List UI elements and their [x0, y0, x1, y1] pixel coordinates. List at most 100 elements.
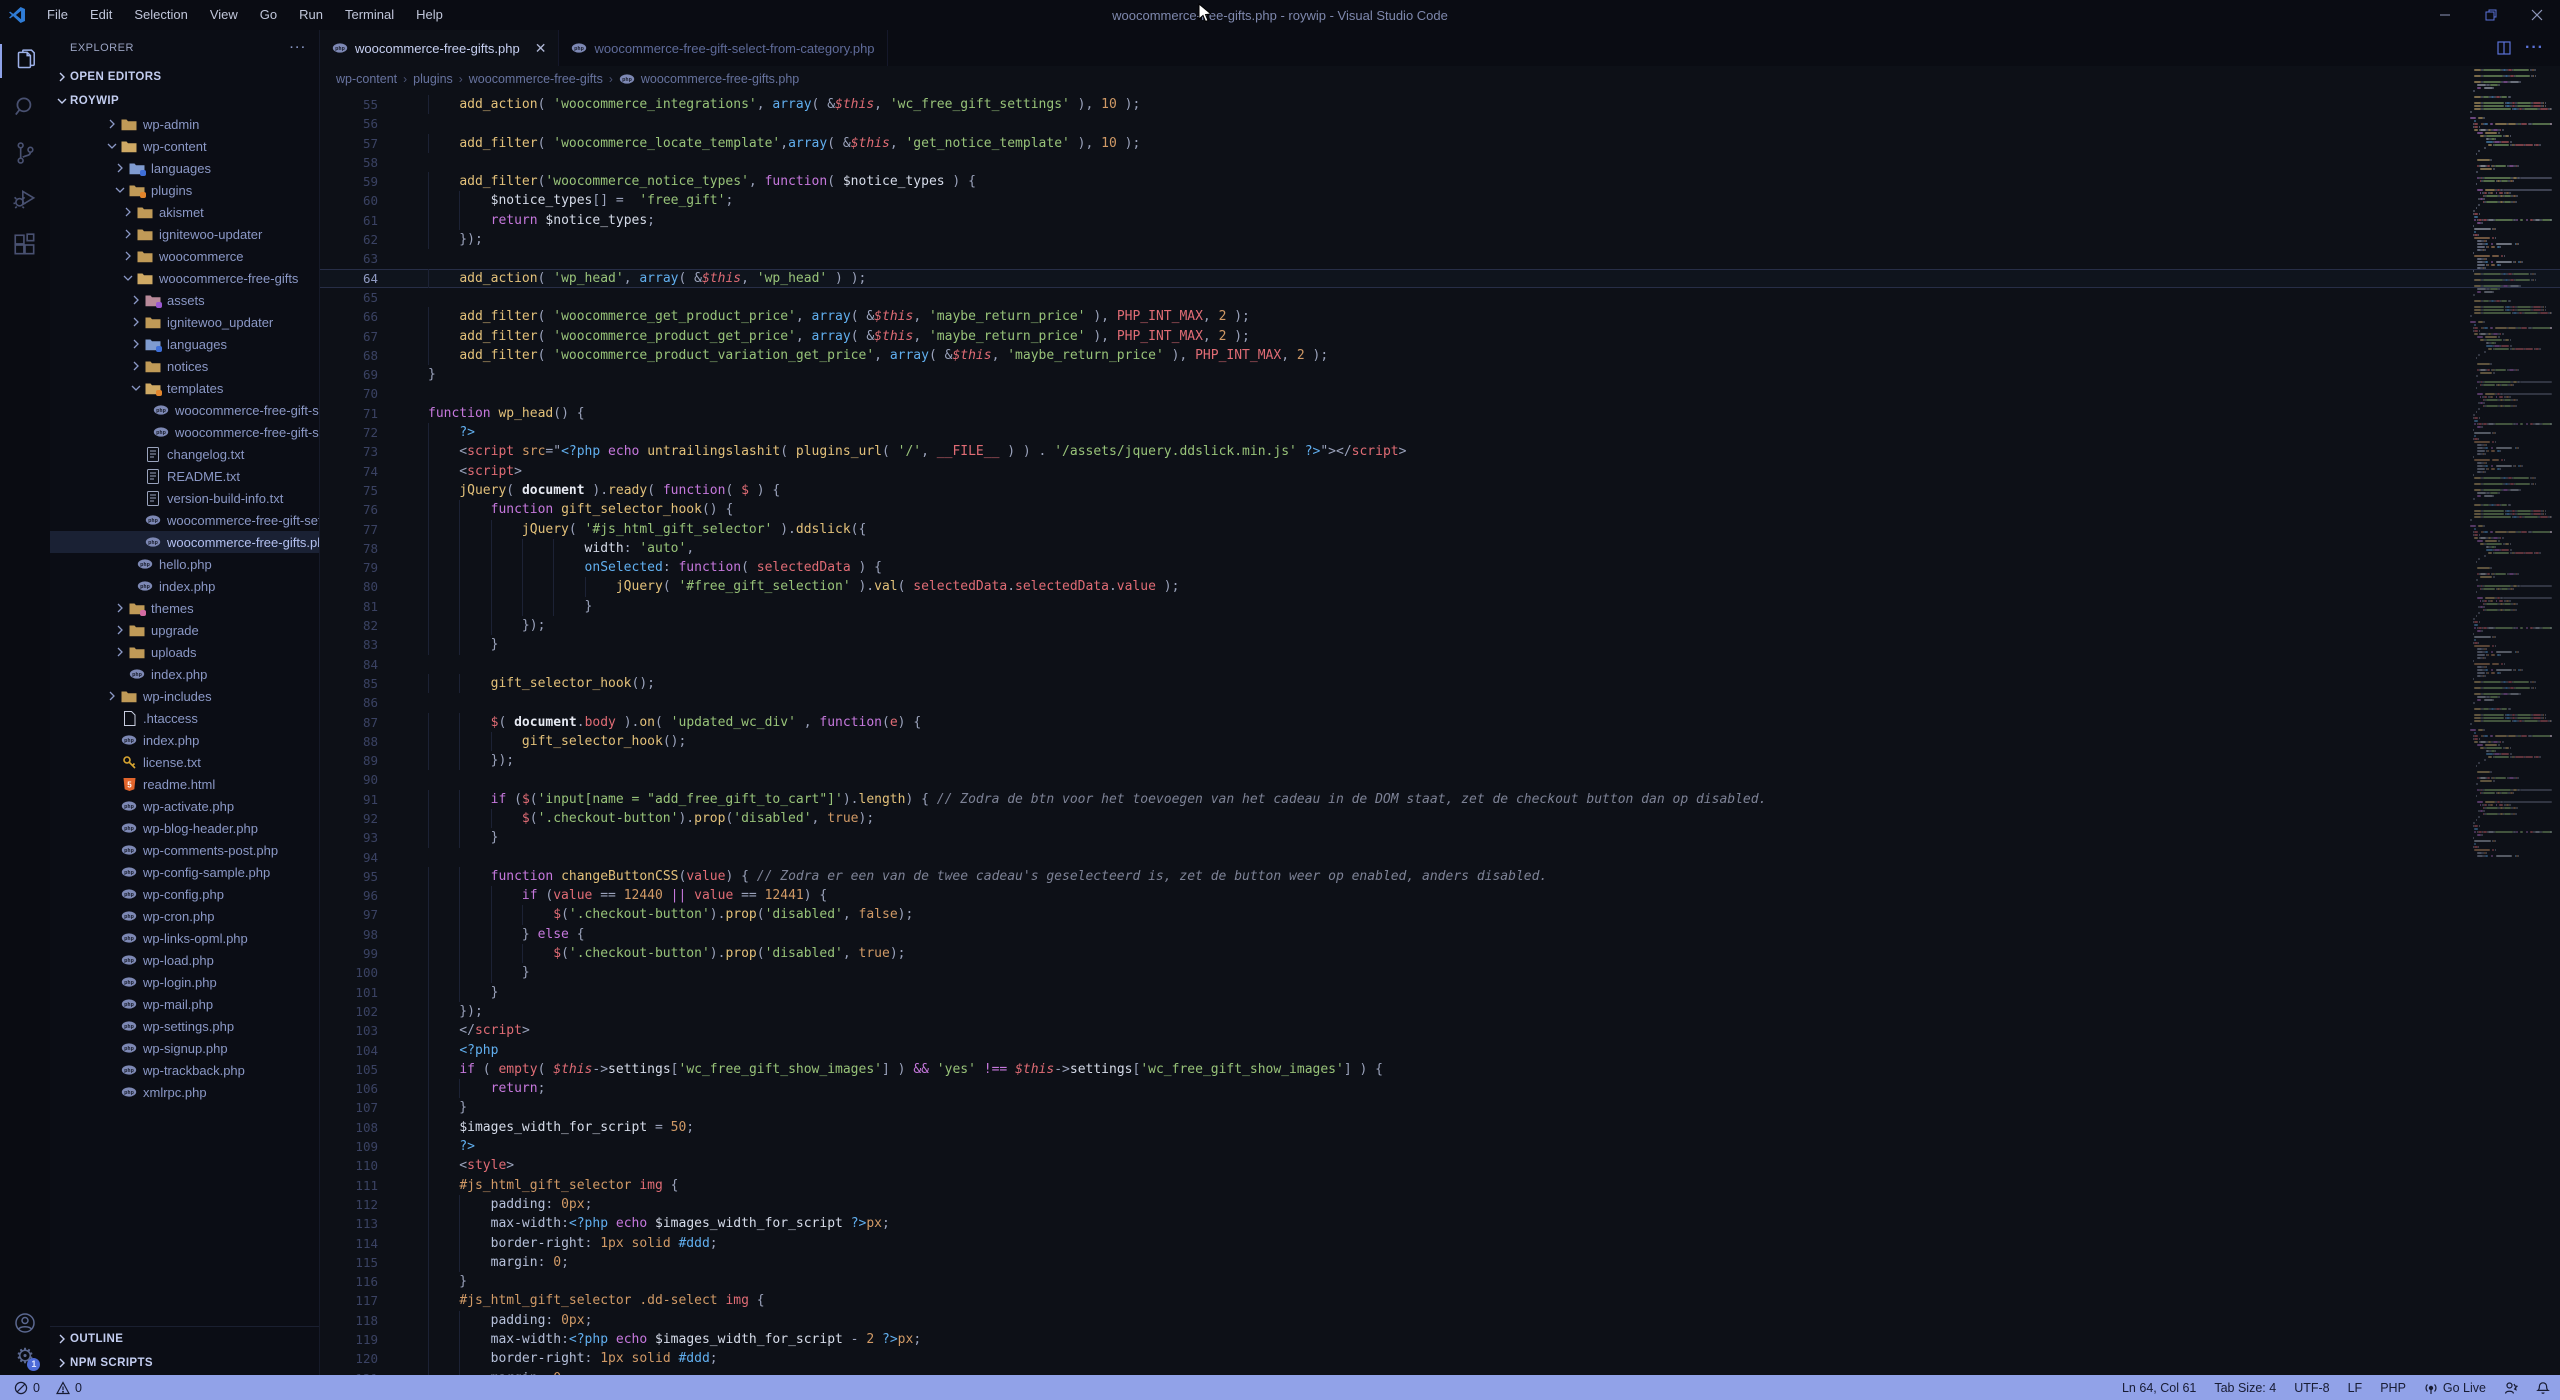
code-line-59[interactable]: 59 add_filter('woocommerce_notice_types'…	[320, 172, 2560, 191]
tree-file-woocommerce-free-gift-single-[interactable]: phpwoocommerce-free-gift-single...	[50, 421, 319, 443]
line-number[interactable]: 94	[320, 848, 378, 867]
tree-file-woocommerce-free-gift-select-[interactable]: phpwoocommerce-free-gift-select...	[50, 399, 319, 421]
line-number[interactable]: 79	[320, 558, 378, 577]
code-line-81[interactable]: 81 }	[320, 597, 2560, 616]
line-number[interactable]: 65	[320, 288, 378, 307]
tree-file-wp-mail-php[interactable]: phpwp-mail.php	[50, 993, 319, 1015]
menu-terminal[interactable]: Terminal	[334, 0, 405, 30]
line-number[interactable]: 88	[320, 732, 378, 751]
close-icon[interactable]	[2514, 0, 2560, 30]
code-line-107[interactable]: 107 }	[320, 1098, 2560, 1117]
line-number[interactable]: 71	[320, 404, 378, 423]
line-number[interactable]: 119	[320, 1330, 378, 1349]
code-line-71[interactable]: 71function wp_head() {	[320, 404, 2560, 423]
tree-folder-uploads[interactable]: uploads	[50, 641, 319, 663]
code-line-99[interactable]: 99 $('.checkout-button').prop('disabled'…	[320, 944, 2560, 963]
line-number[interactable]: 99	[320, 944, 378, 963]
code-line-115[interactable]: 115 margin: 0;	[320, 1253, 2560, 1272]
line-number[interactable]: 77	[320, 520, 378, 539]
code-line-90[interactable]: 90	[320, 770, 2560, 789]
line-number[interactable]: 110	[320, 1156, 378, 1175]
code-line-112[interactable]: 112 padding: 0px;	[320, 1195, 2560, 1214]
open-editors-section[interactable]: OPEN EDITORS	[50, 65, 319, 89]
tree-file-license-txt[interactable]: license.txt	[50, 751, 319, 773]
breadcrumb-item[interactable]: wp-content	[336, 72, 397, 86]
line-number[interactable]: 102	[320, 1002, 378, 1021]
code-line-121[interactable]: 121 margin: 0;	[320, 1369, 2560, 1375]
tree-folder-themes[interactable]: themes	[50, 597, 319, 619]
code-line-78[interactable]: 78 width: 'auto',	[320, 539, 2560, 558]
line-number[interactable]: 90	[320, 770, 378, 789]
split-editor-icon[interactable]	[2497, 41, 2511, 55]
menu-view[interactable]: View	[199, 0, 249, 30]
code-line-55[interactable]: 55 add_action( 'woocommerce_integrations…	[320, 95, 2560, 114]
code-line-56[interactable]: 56	[320, 114, 2560, 133]
tree-folder-wp-admin[interactable]: wp-admin	[50, 113, 319, 135]
code-line-97[interactable]: 97 $('.checkout-button').prop('disabled'…	[320, 905, 2560, 924]
tree-file-index-php[interactable]: phpindex.php	[50, 575, 319, 597]
code-line-69[interactable]: 69}	[320, 365, 2560, 384]
status-feedback[interactable]	[2504, 1381, 2518, 1395]
line-number[interactable]: 61	[320, 211, 378, 230]
tab-woocommerce-free-gift-select-from-category-php[interactable]: phpwoocommerce-free-gift-select-from-cat…	[559, 30, 887, 66]
line-number[interactable]: 76	[320, 500, 378, 519]
menu-edit[interactable]: Edit	[79, 0, 123, 30]
tree-file-wp-settings-php[interactable]: phpwp-settings.php	[50, 1015, 319, 1037]
code-line-116[interactable]: 116 }	[320, 1272, 2560, 1291]
code-line-73[interactable]: 73 <script src="<?php echo untrailingsla…	[320, 442, 2560, 461]
line-number[interactable]: 120	[320, 1349, 378, 1368]
code-line-96[interactable]: 96 if (value == 12440 || value == 12441)…	[320, 886, 2560, 905]
line-number[interactable]: 118	[320, 1311, 378, 1330]
tree-file-wp-config-sample-php[interactable]: phpwp-config-sample.php	[50, 861, 319, 883]
line-number[interactable]: 73	[320, 442, 378, 461]
tree-file-wp-signup-php[interactable]: phpwp-signup.php	[50, 1037, 319, 1059]
code-line-77[interactable]: 77 jQuery( '#js_html_gift_selector' ).dd…	[320, 520, 2560, 539]
line-number[interactable]: 59	[320, 172, 378, 191]
code-line-70[interactable]: 70	[320, 384, 2560, 403]
minimap[interactable]	[2470, 69, 2554, 1375]
run-debug-icon[interactable]	[0, 176, 50, 222]
code-line-93[interactable]: 93 }	[320, 828, 2560, 847]
settings-gear-icon[interactable]: ⚙1	[16, 1344, 35, 1369]
line-number[interactable]: 103	[320, 1021, 378, 1040]
code-line-80[interactable]: 80 jQuery( '#free_gift_selection' ).val(…	[320, 577, 2560, 596]
code-line-101[interactable]: 101 }	[320, 983, 2560, 1002]
menu-file[interactable]: File	[36, 0, 79, 30]
code-line-76[interactable]: 76 function gift_selector_hook() {	[320, 500, 2560, 519]
tree-folder-woocommerce[interactable]: woocommerce	[50, 245, 319, 267]
line-number[interactable]: 80	[320, 577, 378, 596]
code-line-60[interactable]: 60 $notice_types[] = 'free_gift';	[320, 191, 2560, 210]
tree-file-hello-php[interactable]: phphello.php	[50, 553, 319, 575]
line-number[interactable]: 96	[320, 886, 378, 905]
line-number[interactable]: 78	[320, 539, 378, 558]
tree-file-wp-load-php[interactable]: phpwp-load.php	[50, 949, 319, 971]
menu-run[interactable]: Run	[288, 0, 334, 30]
tree-file-readme-txt[interactable]: README.txt	[50, 465, 319, 487]
line-number[interactable]: 56	[320, 114, 378, 133]
tree-file-readme-html[interactable]: 5readme.html	[50, 773, 319, 795]
line-number[interactable]: 75	[320, 481, 378, 500]
tree-file-wp-blog-header-php[interactable]: phpwp-blog-header.php	[50, 817, 319, 839]
line-number[interactable]: 104	[320, 1041, 378, 1060]
line-number[interactable]: 92	[320, 809, 378, 828]
line-number[interactable]: 60	[320, 191, 378, 210]
line-number[interactable]: 108	[320, 1118, 378, 1137]
code-line-119[interactable]: 119 max-width:<?php echo $images_width_f…	[320, 1330, 2560, 1349]
line-number[interactable]: 85	[320, 674, 378, 693]
tree-folder-templates[interactable]: templates	[50, 377, 319, 399]
code-line-117[interactable]: 117 #js_html_gift_selector .dd-select im…	[320, 1291, 2560, 1310]
code-line-114[interactable]: 114 border-right: 1px solid #ddd;	[320, 1234, 2560, 1253]
breadcrumb-item[interactable]: woocommerce-free-gifts	[469, 72, 603, 86]
tree-folder-assets[interactable]: assets	[50, 289, 319, 311]
line-number[interactable]: 100	[320, 963, 378, 982]
code-line-92[interactable]: 92 $('.checkout-button').prop('disabled'…	[320, 809, 2560, 828]
tree-file-xmlrpc-php[interactable]: phpxmlrpc.php	[50, 1081, 319, 1103]
tree-folder-wp-includes[interactable]: wp-includes	[50, 685, 319, 707]
code-editor[interactable]: 55 add_action( 'woocommerce_integrations…	[320, 92, 2560, 1375]
line-number[interactable]: 113	[320, 1214, 378, 1233]
tree-folder-woocommerce-free-gifts[interactable]: woocommerce-free-gifts	[50, 267, 319, 289]
close-tab-icon[interactable]: ✕	[535, 40, 547, 57]
menu-go[interactable]: Go	[249, 0, 288, 30]
line-number[interactable]: 112	[320, 1195, 378, 1214]
restore-icon[interactable]	[2468, 0, 2514, 30]
